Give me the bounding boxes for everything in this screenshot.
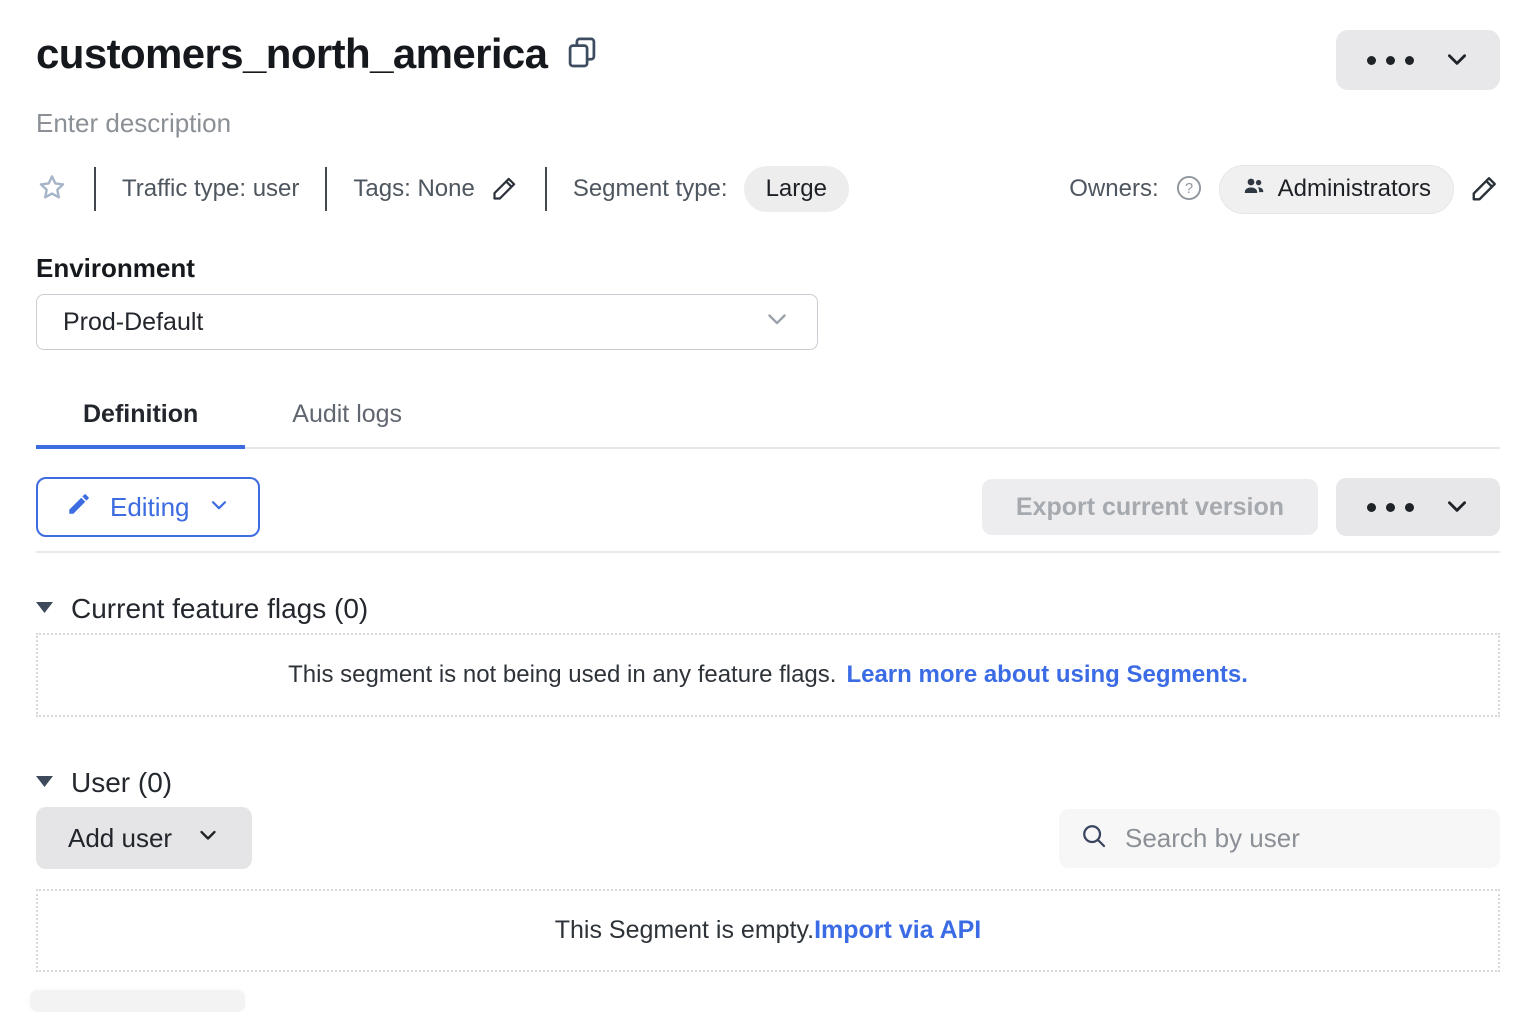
user-empty-text: This Segment is empty. bbox=[555, 916, 814, 945]
tab-definition[interactable]: Definition bbox=[36, 386, 245, 447]
owners-value: Administrators bbox=[1278, 175, 1431, 203]
search-by-user-input[interactable] bbox=[1123, 822, 1480, 855]
traffic-type-label: Traffic type: user bbox=[122, 175, 299, 203]
header-overflow-menu-button[interactable] bbox=[1336, 30, 1500, 90]
ellipsis-icon bbox=[1367, 56, 1414, 65]
edit-pencil-icon bbox=[1470, 173, 1500, 206]
editing-label: Editing bbox=[110, 492, 190, 523]
toolbar-divider bbox=[36, 551, 1500, 553]
owners-label: Owners: bbox=[1069, 175, 1158, 203]
active-tab-underline bbox=[36, 445, 245, 449]
user-empty-state: This Segment is empty. Import via API bbox=[36, 889, 1500, 972]
segment-type-badge: Large bbox=[744, 166, 849, 212]
favorite-star-button[interactable] bbox=[36, 172, 68, 207]
export-current-version-button[interactable]: Export current version bbox=[982, 479, 1318, 535]
copy-name-button[interactable] bbox=[567, 36, 597, 73]
ellipsis-icon bbox=[1367, 503, 1414, 512]
user-section-title: User (0) bbox=[71, 767, 172, 799]
header: customers_north_america bbox=[36, 0, 1500, 90]
svg-text:?: ? bbox=[1185, 181, 1193, 197]
segment-type-label: Segment type: bbox=[573, 175, 728, 203]
people-icon bbox=[1242, 174, 1266, 205]
feature-flags-empty-text: This segment is not being used in any fe… bbox=[288, 661, 836, 689]
chevron-down-icon bbox=[208, 492, 230, 523]
chevron-down-icon bbox=[1444, 493, 1470, 522]
question-icon: ? bbox=[1175, 174, 1203, 205]
tab-audit-logs[interactable]: Audit logs bbox=[245, 386, 449, 447]
tab-bar: Definition Audit logs bbox=[36, 386, 1500, 449]
environment-select[interactable]: Prod-Default bbox=[36, 294, 818, 350]
environment-label: Environment bbox=[36, 253, 1500, 284]
divider bbox=[94, 167, 96, 211]
user-section-header: User (0) bbox=[36, 767, 1500, 799]
owners-pill[interactable]: Administrators bbox=[1219, 165, 1454, 214]
editing-mode-button[interactable]: Editing bbox=[36, 477, 260, 537]
edit-pencil-icon bbox=[66, 491, 92, 524]
learn-more-segments-link[interactable]: Learn more about using Segments. bbox=[846, 661, 1247, 689]
edit-tags-button[interactable] bbox=[491, 174, 519, 205]
owners-help-button[interactable]: ? bbox=[1175, 174, 1203, 205]
add-user-button[interactable]: Add user bbox=[36, 807, 252, 869]
collapse-user-section-button[interactable] bbox=[36, 776, 53, 791]
definition-overflow-menu-button[interactable] bbox=[1336, 478, 1500, 536]
collapse-feature-flags-button[interactable] bbox=[36, 602, 53, 617]
page-title: customers_north_america bbox=[36, 30, 547, 78]
definition-toolbar: Editing Export current version bbox=[36, 477, 1500, 537]
user-search-box bbox=[1059, 809, 1500, 868]
search-icon bbox=[1079, 821, 1109, 856]
edit-pencil-icon bbox=[491, 174, 519, 205]
tab-label: Definition bbox=[83, 400, 198, 428]
description-field[interactable]: Enter description bbox=[36, 108, 1500, 139]
bottom-cutoff-element bbox=[30, 990, 245, 1012]
segment-detail-page: customers_north_america Enter bbox=[0, 0, 1536, 972]
title-wrap: customers_north_america bbox=[36, 30, 597, 78]
edit-owners-button[interactable] bbox=[1470, 173, 1500, 206]
chevron-down-icon bbox=[763, 305, 791, 340]
caret-down-icon bbox=[36, 602, 53, 617]
tab-label: Audit logs bbox=[292, 400, 402, 428]
meta-left: Traffic type: user Tags: None Segment ty… bbox=[36, 166, 849, 212]
meta-row: Traffic type: user Tags: None Segment ty… bbox=[36, 167, 1500, 211]
meta-right: Owners: ? Admi bbox=[1069, 165, 1500, 214]
feature-flags-empty-state: This segment is not being used in any fe… bbox=[36, 633, 1500, 717]
user-controls-row: Add user bbox=[36, 807, 1500, 869]
copy-icon bbox=[567, 36, 597, 73]
chevron-down-icon bbox=[196, 823, 220, 854]
feature-flags-section-header: Current feature flags (0) bbox=[36, 593, 1500, 625]
divider bbox=[325, 167, 327, 211]
divider bbox=[545, 167, 547, 211]
chevron-down-icon bbox=[1444, 46, 1470, 75]
star-icon bbox=[36, 172, 68, 207]
caret-down-icon bbox=[36, 776, 53, 791]
tags-label: Tags: None bbox=[353, 175, 474, 203]
feature-flags-section-title: Current feature flags (0) bbox=[71, 593, 368, 625]
import-via-api-link[interactable]: Import via API bbox=[814, 916, 981, 945]
add-user-label: Add user bbox=[68, 823, 172, 854]
environment-selected-value: Prod-Default bbox=[63, 308, 203, 337]
toolbar-right: Export current version bbox=[982, 478, 1500, 536]
